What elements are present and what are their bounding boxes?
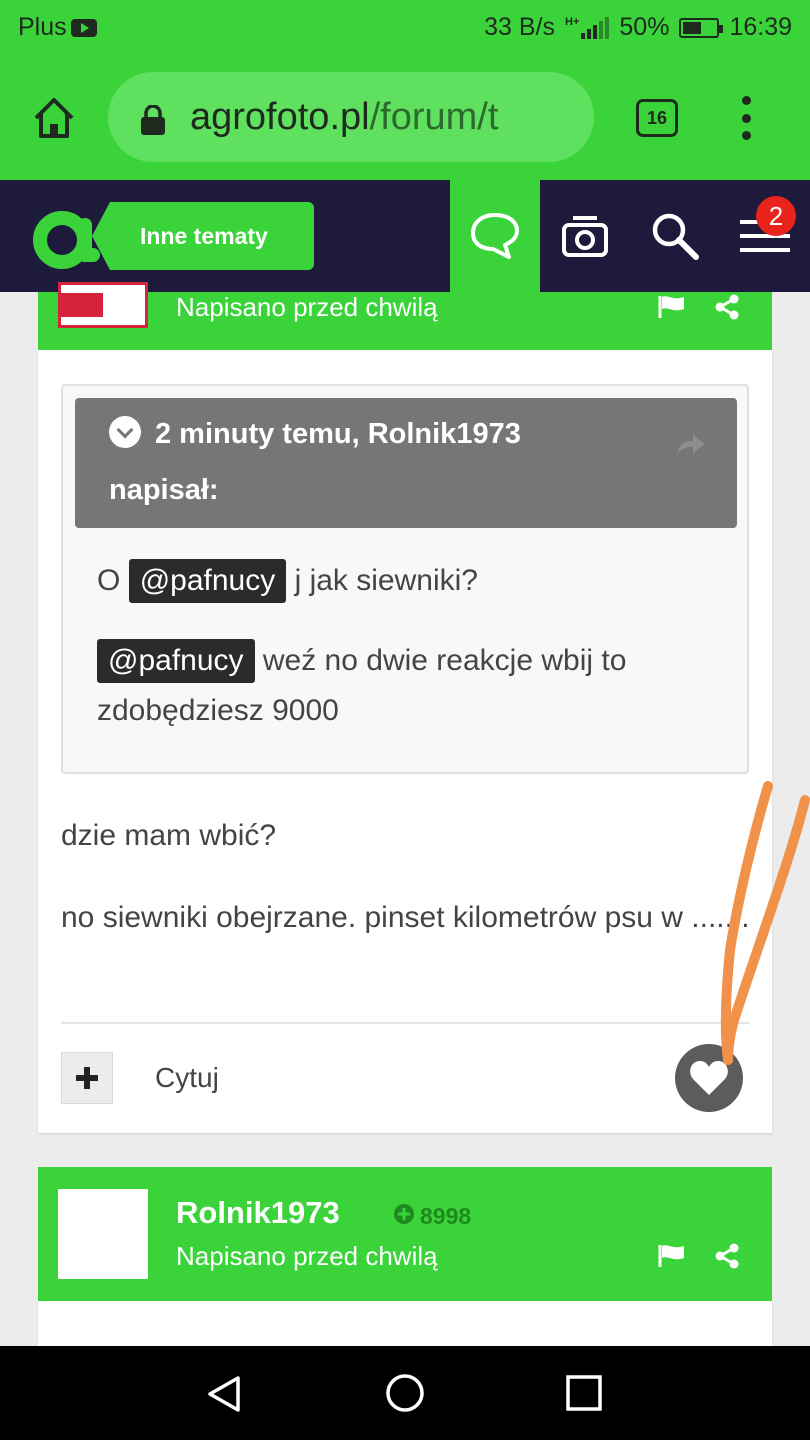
report-flag-icon[interactable]	[658, 1243, 686, 1274]
quote-said: napisał:	[109, 474, 219, 506]
battery-percent: 50%	[619, 13, 670, 41]
post-header: Rolnik1973 8998 Napisano przed chwilą	[38, 1167, 772, 1301]
avatar[interactable]	[58, 282, 148, 328]
browser-menu-icon[interactable]	[738, 96, 754, 140]
chevron-down-icon[interactable]	[109, 416, 141, 448]
carrier-name: Plus	[18, 13, 67, 41]
network-type: H+	[565, 15, 580, 28]
site-header: Inne tematy	[0, 180, 810, 292]
lock-icon	[140, 102, 166, 135]
search-icon[interactable]	[630, 180, 720, 292]
post-timestamp: Napisano przed chwilą	[176, 1241, 438, 1271]
reputation-count: 8998	[420, 1203, 472, 1229]
quote-button[interactable]: Cytuj	[155, 1062, 219, 1094]
recent-apps-icon[interactable]	[566, 1375, 602, 1416]
camera-icon[interactable]	[540, 180, 630, 292]
home-icon[interactable]	[30, 94, 78, 142]
report-flag-icon[interactable]	[658, 294, 686, 325]
post-paragraph: dzie mam wbić?	[61, 819, 277, 852]
clock: 16:39	[729, 13, 792, 41]
post-author[interactable]: Rolnik1973	[176, 1195, 340, 1231]
section-breadcrumb[interactable]: Inne tematy	[92, 202, 314, 270]
share-icon[interactable]	[714, 294, 740, 325]
status-right: 33 B/s H+ 50% 16:39	[484, 13, 792, 42]
share-icon[interactable]	[714, 1243, 740, 1274]
post-actions	[658, 294, 740, 325]
post-content: dzie mam wbić? no siewniki obejrzane. pi…	[61, 810, 751, 974]
signal-icon: H+	[565, 15, 610, 39]
youtube-notification-icon	[70, 18, 97, 37]
post-header: Napisano przed chwilą	[38, 282, 772, 350]
plus-circle-icon	[394, 1203, 414, 1230]
quote-content: O @pafnucy j jak siewniki? @pafnucy weź …	[97, 556, 717, 766]
avatar[interactable]	[58, 1189, 148, 1279]
post-card: 2 minuty temu, Rolnik1973 napisał: O @pa…	[38, 350, 772, 1133]
battery-icon	[679, 17, 724, 38]
url-path: /forum/t	[369, 95, 499, 138]
post-actions	[658, 1243, 740, 1274]
browser-toolbar: agrofoto.pl/forum/t 16	[0, 56, 810, 180]
address-bar[interactable]: agrofoto.pl/forum/t	[108, 72, 594, 162]
notification-badge: 2	[756, 196, 796, 236]
tab-switcher-button[interactable]: 16	[636, 99, 678, 137]
go-to-quote-icon[interactable]	[675, 420, 707, 476]
network-speed: 33 B/s	[484, 13, 556, 41]
carrier-area: Plus	[18, 13, 97, 42]
annotation-arrow	[720, 781, 810, 1065]
reputation: 8998	[394, 1203, 471, 1230]
back-icon[interactable]	[204, 1374, 244, 1419]
quote-header[interactable]: 2 minuty temu, Rolnik1973 napisał:	[75, 398, 737, 528]
url-domain: agrofoto.pl	[190, 95, 370, 138]
home-circle-icon[interactable]	[385, 1373, 425, 1418]
quote-text: O	[97, 564, 121, 597]
quote-block: 2 minuty temu, Rolnik1973 napisał: O @pa…	[61, 384, 749, 774]
post-paragraph: no siewniki obejrzane. pinset kilometrów…	[61, 901, 750, 934]
system-nav-bar	[0, 1346, 810, 1440]
divider	[61, 1022, 749, 1024]
multiquote-add-button[interactable]	[61, 1052, 113, 1104]
quote-text: j jak siewniki?	[294, 564, 478, 597]
hamburger-menu-icon[interactable]	[720, 180, 810, 292]
quote-source: 2 minuty temu, Rolnik1973	[155, 418, 521, 450]
status-bar: Plus 33 B/s H+ 50% 16:39	[0, 0, 810, 56]
user-mention[interactable]: @pafnucy	[97, 639, 255, 683]
post-card	[38, 1301, 772, 1346]
chat-icon[interactable]	[450, 180, 540, 292]
post-timestamp: Napisano przed chwilą	[176, 292, 438, 322]
user-mention[interactable]: @pafnucy	[128, 559, 287, 603]
